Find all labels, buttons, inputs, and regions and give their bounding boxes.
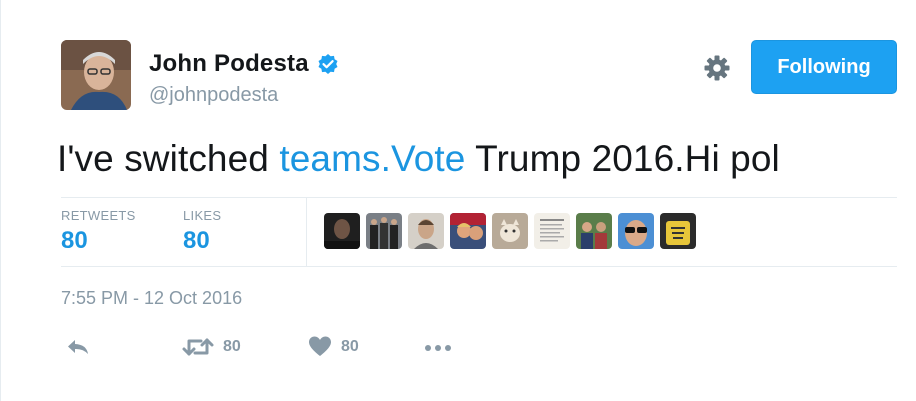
tweet-text-after: Trump 2016.Hi pol xyxy=(465,138,780,179)
liker-avatar[interactable] xyxy=(660,213,696,249)
retweet-count: 80 xyxy=(223,338,241,355)
liker-avatar[interactable] xyxy=(618,213,654,249)
user-handle[interactable]: @johnpodesta xyxy=(149,84,278,107)
heart-icon xyxy=(307,334,333,360)
liker-avatar[interactable] xyxy=(534,213,570,249)
likes-label: LIKES xyxy=(183,208,222,223)
liker-avatar[interactable] xyxy=(450,213,486,249)
user-fullname[interactable]: John Podesta xyxy=(149,50,309,78)
retweets-count: 80 xyxy=(61,227,88,254)
tweet-stats: RETWEETS 80 LIKES 80 xyxy=(61,198,897,266)
retweets-stat[interactable]: RETWEETS 80 xyxy=(61,208,136,255)
liker-avatar[interactable] xyxy=(492,213,528,249)
like-button[interactable]: 80 xyxy=(307,334,359,360)
stats-divider xyxy=(306,198,307,266)
reply-button[interactable] xyxy=(65,334,91,360)
retweet-button[interactable]: 80 xyxy=(181,334,241,360)
more-dots-icon xyxy=(423,338,453,358)
liker-avatars xyxy=(324,213,702,249)
name-row: John Podesta xyxy=(149,50,339,78)
tweet-text: I've switched teams.Vote Trump 2016.Hi p… xyxy=(57,138,780,180)
tweet-link[interactable]: teams.Vote xyxy=(279,138,465,179)
liker-avatar[interactable] xyxy=(324,213,360,249)
retweets-label: RETWEETS xyxy=(61,208,136,223)
tweet-timestamp[interactable]: 7:55 PM - 12 Oct 2016 xyxy=(61,288,242,309)
like-count: 80 xyxy=(341,338,359,355)
reply-icon xyxy=(65,334,91,360)
likes-stat[interactable]: LIKES 80 xyxy=(183,208,221,255)
liker-avatar[interactable] xyxy=(576,213,612,249)
likes-count: 80 xyxy=(183,227,210,254)
divider xyxy=(61,266,897,267)
tweet-text-before: I've switched xyxy=(57,138,280,179)
verified-badge-icon xyxy=(317,53,339,75)
liker-avatar[interactable] xyxy=(408,213,444,249)
retweet-icon xyxy=(181,334,215,360)
gear-icon[interactable] xyxy=(703,54,731,82)
avatar[interactable] xyxy=(61,40,131,110)
more-button[interactable] xyxy=(423,338,453,358)
liker-avatar[interactable] xyxy=(366,213,402,249)
following-button[interactable]: Following xyxy=(751,40,897,94)
tweet-card: John Podesta @johnpodesta Following I've… xyxy=(0,0,916,401)
